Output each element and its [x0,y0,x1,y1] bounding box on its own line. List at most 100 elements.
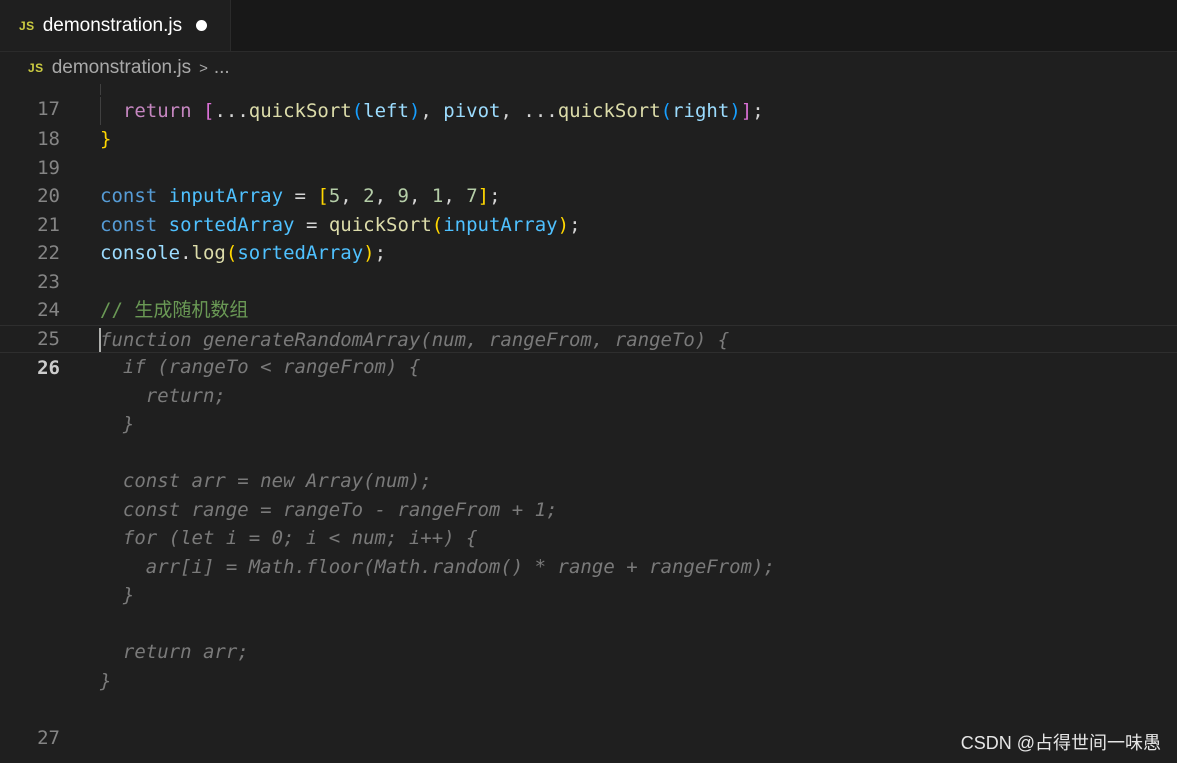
token: console [100,242,181,264]
token: ( [431,213,444,236]
token: 1 [431,185,444,207]
inline-suggestion[interactable]: } [100,410,134,439]
line-number: 27 [37,726,60,749]
token: ] [740,99,753,122]
inline-suggestion[interactable]: const arr = new Array(num); [100,467,432,496]
code-line: 17 [0,84,1177,120]
suggestion-line: } [0,581,1177,610]
inline-suggestion[interactable]: for (let i = 0; i < num; i++) { [100,524,478,553]
code-line: 27 [0,695,1177,749]
code-line: 23 console.log(sortedArray); [0,239,1177,293]
tab-demonstration-js[interactable]: JS demonstration.js [0,0,231,51]
token: right [672,99,730,122]
token: . [180,242,192,264]
token: ] [477,185,490,207]
comment: // 生成随机数组 [100,299,249,321]
code-text: return [...quickSort(left), pivot, ...qu… [100,97,764,126]
token: quickSort [248,99,352,122]
code-text: const sortedArray = quickSort(inputArray… [100,211,581,240]
token: , [340,185,364,207]
token: pivot [443,99,501,122]
code-text: // 生成随机数组 [100,296,248,325]
token: ) [729,99,741,122]
current-code-line: 26 function generateRandomArray(num, ran… [0,324,1177,379]
code-line: 18 return [...quickSort(left), pivot, ..… [0,96,1177,150]
token: , [374,185,398,207]
token: , [500,99,524,122]
token: 7 [466,185,478,207]
token: ) [363,242,375,264]
token: log [191,242,226,264]
token: ( [351,99,364,122]
token: ) [408,99,421,122]
token: return [122,99,192,122]
suggestion-line: return arr; [0,638,1177,667]
token: 2 [363,185,375,207]
token: [ [202,99,215,122]
breadcrumb: JS demonstration.js > ... [0,52,1177,84]
suggestion-line: return; [0,382,1177,411]
chevron-right-icon: > [199,59,208,77]
code-text: const inputArray = [5, 2, 9, 1, 7]; [100,182,501,211]
token: ; [374,242,387,264]
unsaved-dot-icon[interactable] [196,20,208,31]
tab-title: demonstration.js [42,14,183,36]
token: ) [557,213,570,236]
token: quickSort [557,99,661,122]
token: , [443,185,467,207]
token: sortedArray [237,242,364,264]
token: = [294,213,329,236]
breadcrumb-js-icon: JS [28,61,44,75]
code-editor[interactable]: 17 18 return [...quickSort(left), pivot,… [0,84,1177,763]
token: 5 [328,185,341,207]
breadcrumb-file[interactable]: demonstration.js [52,57,191,79]
token: = [283,185,318,207]
code-text: console.log(sortedArray); [100,239,386,268]
token: 9 [397,185,409,207]
suggestion-line [0,439,1177,468]
suggestion-line: const arr = new Array(num); [0,467,1177,496]
token: } [100,128,112,150]
suggestion-line: if (rangeTo < rangeFrom) { [0,353,1177,382]
watermark: CSDN @占得世间一味愚 [960,733,1161,753]
text-cursor [99,327,101,352]
inline-suggestion[interactable]: return arr; [100,638,249,667]
token: ( [225,242,238,264]
token: inputArray [443,213,558,236]
token: left [363,99,409,122]
token: ... [523,99,558,122]
code-line: 20 [0,154,1177,207]
token: ; [752,99,764,122]
indent-guide [100,84,101,95]
token: const [100,185,158,207]
inline-suggestion[interactable]: return; [100,382,226,411]
inline-suggestion[interactable]: } [100,667,111,696]
code-text: } [100,125,111,154]
suggestion-line: } [0,667,1177,696]
token: const [100,213,158,236]
suggestion-line: for (let i = 0; i < num; i++) { [0,524,1177,553]
inline-suggestion[interactable]: function generateRandomArray(num, rangeF… [100,326,729,355]
token: inputArray [168,185,284,207]
inline-suggestion[interactable]: } [100,581,134,610]
token: , [408,185,432,207]
suggestion-line: } [0,410,1177,439]
code-line: 24 [0,268,1177,321]
suggestion-line: arr[i] = Math.floor(Math.random() * rang… [0,553,1177,582]
token: ; [569,213,581,236]
inline-suggestion[interactable]: if (rangeTo < rangeFrom) { [100,353,420,382]
inline-suggestion[interactable]: const range = rangeTo - rangeFrom + 1; [100,496,558,525]
code-line: 22 const sortedArray = quickSort(inputAr… [0,211,1177,265]
token: , [420,99,444,122]
token: ; [489,185,501,207]
token: sortedArray [168,213,295,236]
js-file-icon: JS [19,18,35,33]
token: [ [317,185,329,207]
token: ... [214,99,249,122]
code-line: 2 1 const inputArray = [5, 2, 9, 1, 7]; [0,182,1177,236]
suggestion-line: const range = rangeTo - rangeFrom + 1; [0,496,1177,525]
code-line: 25 // 生成随机数组 [0,296,1177,350]
breadcrumb-symbols[interactable]: ... [214,57,230,79]
token: ( [660,99,673,122]
inline-suggestion[interactable]: arr[i] = Math.floor(Math.random() * rang… [100,553,775,582]
